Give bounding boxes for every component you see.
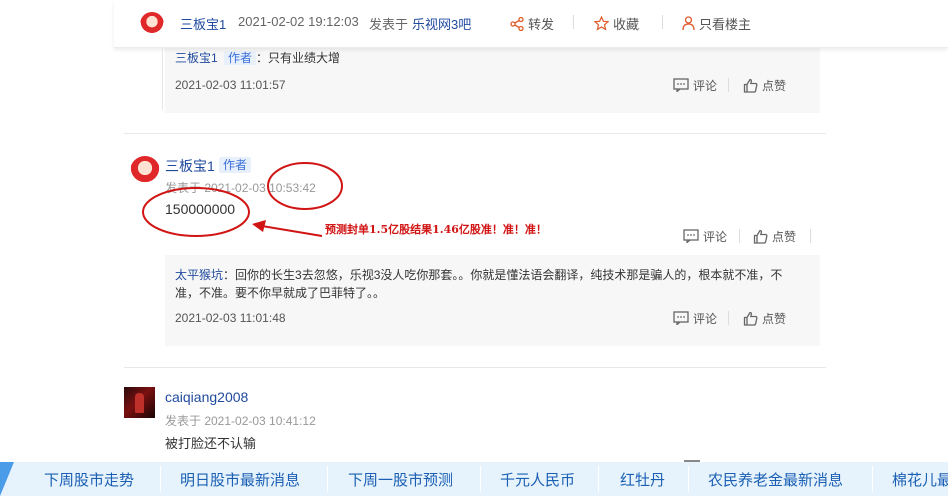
reply-prev-like-button[interactable]: 点赞 [743, 76, 786, 94]
tag-link[interactable]: 棉花儿最 [892, 469, 948, 490]
post-like-label: 点赞 [772, 229, 797, 244]
reply-prev-user[interactable]: 三板宝1 [175, 51, 218, 65]
reply-box-prev: 三板宝1 作者 ：只有业绩大增 2021-02-03 11:01:57 评论 点赞 [165, 40, 820, 113]
post-comment-button[interactable]: 评论 [683, 227, 727, 245]
reply-prev-comment-button[interactable]: 评论 [673, 76, 717, 94]
tag-link[interactable]: 明日股市最新消息 [180, 469, 300, 490]
avatar[interactable] [140, 12, 164, 36]
star-icon [594, 16, 609, 31]
reply-text-1: ：回你的长生3去忽悠，乐视3没人吃你那套。。你就是懂法语会翻译，纯技术那是骗人的… [223, 268, 783, 282]
reply-prev-divider [728, 78, 729, 92]
tag-divider [160, 466, 161, 492]
thumb-up-icon [753, 229, 768, 244]
reply-indent-rule [162, 48, 163, 110]
only-op-button[interactable]: 只看楼主 [682, 14, 751, 33]
tagbar-accent [0, 462, 14, 496]
favorite-label: 收藏 [613, 17, 640, 32]
tag-divider [872, 466, 873, 492]
annotation-arrow-line [261, 225, 323, 237]
forum-link[interactable]: 乐视网3吧 [412, 14, 471, 33]
reply-prev-date: 2021-02-03 11:01:57 [175, 78, 286, 92]
reply-like-button[interactable]: 点赞 [743, 309, 786, 327]
annotation-text: 预测封单1.5亿股结果1.46亿股准！准！准！ [325, 223, 547, 236]
thread-content: 三板宝1 作者 ：只有业绩大增 2021-02-03 11:01:57 评论 点赞… [0, 0, 948, 462]
topbar-divider-1 [573, 15, 574, 29]
tag-link[interactable]: 下周股市走势 [44, 469, 134, 490]
thumb-up-icon [743, 311, 758, 326]
tag-link[interactable]: 农民养老金最新消息 [708, 469, 843, 490]
post-action-divider [739, 229, 740, 243]
reply-prev-comment-label: 评论 [693, 78, 718, 93]
annotation-arrow-head [252, 220, 266, 232]
post-body: 150000000 [165, 201, 236, 217]
reply-line-2: 准，不准。要不你早就成了巴菲特了。。 [175, 286, 386, 300]
reply-line-1: 太平猴坑：回你的长生3去忽悠，乐视3没人吃你那套。。你就是懂法语会翻译，纯技术那… [175, 266, 815, 284]
reply-prev-like-label: 点赞 [762, 78, 787, 93]
op-username[interactable]: 三板宝1 [180, 14, 226, 33]
post-divider-1 [124, 133, 826, 134]
post-meta-prefix: 发表于 [165, 181, 202, 195]
comment-icon [683, 229, 699, 243]
avatar[interactable] [124, 387, 155, 418]
post-action-divider-2 [810, 229, 811, 243]
op-datetime: 2021-02-02 19:12:03 [238, 14, 359, 29]
share-button[interactable]: 转发 [510, 14, 554, 33]
post-meta: 发表于 2021-02-03 10:53:42 [165, 179, 316, 196]
reply-user[interactable]: 太平猴坑 [175, 268, 223, 282]
reply-comment-label: 评论 [693, 311, 718, 326]
reply-prev-author-badge: 作者 [224, 51, 257, 65]
share-icon [510, 16, 524, 31]
sticky-post-header: 三板宝1 2021-02-02 19:12:03 发表于 乐视网3吧 转发 收藏 … [114, 0, 948, 48]
tag-link[interactable]: 千元人民币 [500, 469, 575, 490]
op-posted-in-prefix: 发表于 [369, 17, 409, 32]
post-username[interactable]: 三板宝1 [165, 156, 215, 176]
reply-date: 2021-02-03 11:01:48 [175, 311, 286, 325]
post-comment-label: 评论 [703, 229, 728, 244]
post-meta-date: 2021-02-03 [204, 181, 266, 195]
post-next-username[interactable]: caiqiang2008 [165, 389, 248, 405]
reply-prev-text: ：只有业绩大增 [256, 51, 341, 65]
reply-prev-line: 三板宝1 作者 ：只有业绩大增 [175, 49, 340, 67]
tag-divider [480, 466, 481, 492]
avatar[interactable] [130, 156, 160, 186]
related-tags-bar: 下周股市走势 明日股市最新消息 下周一股市预测 千元人民币 红牡丹 农民养老金最… [0, 462, 948, 496]
reply-action-divider [728, 311, 729, 325]
person-icon [682, 16, 695, 31]
post-next-body: 被打脸还不认输 [165, 436, 257, 451]
reply-like-label: 点赞 [762, 311, 787, 326]
reply-comment-button[interactable]: 评论 [673, 309, 717, 327]
tag-divider [598, 466, 599, 492]
reply-box: 太平猴坑：回你的长生3去忽悠，乐视3没人吃你那套。。你就是懂法语会翻译，纯技术那… [165, 255, 820, 346]
share-label: 转发 [528, 17, 555, 32]
topbar-divider-2 [662, 15, 663, 29]
only-op-label: 只看楼主 [699, 17, 752, 32]
tag-divider [688, 466, 689, 492]
thumb-up-icon [743, 78, 758, 93]
post-meta-time: 10:53:42 [269, 181, 316, 195]
tag-link[interactable]: 下周一股市预测 [348, 469, 453, 490]
author-badge: 作者 [219, 157, 252, 173]
post-divider-2 [124, 367, 826, 368]
post-like-button[interactable]: 点赞 [753, 227, 796, 245]
op-posted-in: 发表于 乐视网3吧 [369, 14, 471, 33]
tag-link[interactable]: 红牡丹 [620, 469, 665, 490]
tag-divider [327, 466, 328, 492]
post-next-meta: 发表于 2021-02-03 10:41:12 [165, 414, 316, 428]
comment-icon [673, 311, 689, 325]
comment-icon [673, 78, 689, 92]
favorite-button[interactable]: 收藏 [594, 14, 639, 33]
